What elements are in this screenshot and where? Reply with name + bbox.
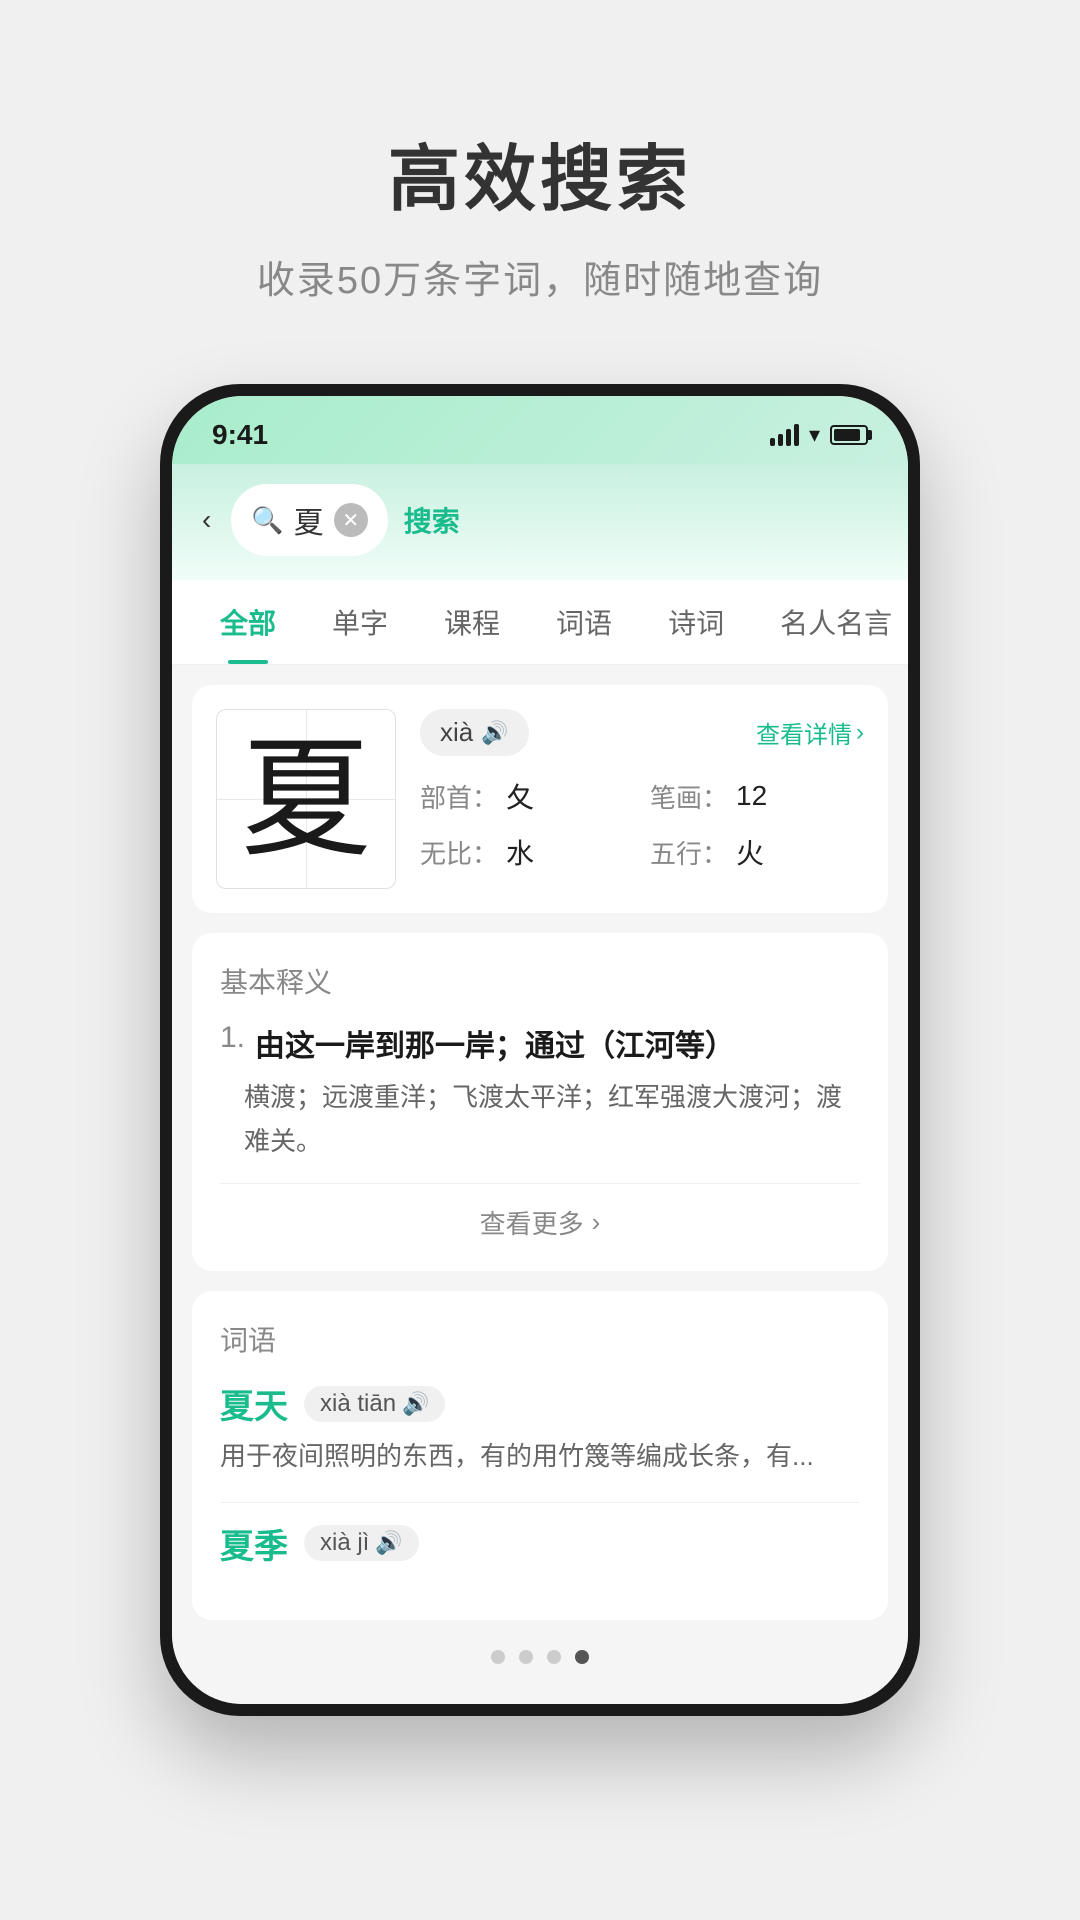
search-query[interactable]: 夏 (294, 498, 324, 542)
pinyin-row: xià 🔊 查看详情 › (420, 709, 864, 756)
wuxing-label: 五行： (650, 834, 728, 871)
tab-single-char[interactable]: 单字 (304, 580, 416, 664)
vocab-pinyin-1: xià tiān 🔊 (304, 1386, 445, 1422)
definition-text: 由这一岸到那一岸；通过（江河等） (255, 1021, 735, 1065)
vocab-divider (220, 1502, 860, 1503)
vocab-item-2: 夏季 xià jì 🔊 (220, 1519, 860, 1568)
definitions-title: 基本释义 (220, 961, 860, 1001)
character-attributes: 部首： 夂 笔画： 12 无比： 水 五行： 火 (420, 776, 864, 872)
sound-icon-1[interactable]: 🔊 (402, 1391, 429, 1417)
page-title: 高效搜索 (388, 120, 692, 225)
sound-icon-2[interactable]: 🔊 (375, 1530, 402, 1556)
bushou-row: 部首： 夂 (420, 776, 634, 816)
definition-number: 1. (220, 1021, 245, 1065)
search-icon: 🔍 (251, 505, 283, 536)
bihua-value: 12 (736, 780, 767, 812)
search-area: ‹ 🔍 夏 ✕ 搜索 (172, 464, 908, 580)
vocab-header-1: 夏天 xià tiān 🔊 (220, 1379, 860, 1428)
bushou-value: 夂 (506, 776, 534, 816)
bihua-label: 笔画： (650, 778, 728, 815)
tab-course[interactable]: 课程 (416, 580, 528, 664)
status-bar: 9:41 ▾ (172, 396, 908, 464)
dot-2 (519, 1650, 533, 1664)
sound-icon[interactable]: 🔊 (481, 720, 508, 746)
status-time: 9:41 (212, 419, 268, 451)
vocabulary-section: 词语 夏天 xià tiān 🔊 用于夜间照明的东西，有的用竹篾等编成长条，有.… (192, 1291, 888, 1620)
detail-link-text: 查看详情 (756, 715, 852, 750)
pinyin-badge: xià 🔊 (420, 709, 529, 756)
wuxing-value: 火 (736, 832, 764, 872)
search-button[interactable]: 搜索 (404, 500, 460, 540)
signal-icon (770, 424, 799, 446)
dot-3 (547, 1650, 561, 1664)
definitions-card: 基本释义 1. 由这一岸到那一岸；通过（江河等） 横渡；远渡重洋；飞渡太平洋；红… (192, 933, 888, 1271)
character-info: xià 🔊 查看详情 › 部首： 夂 (420, 709, 864, 872)
pagination-dots (192, 1640, 888, 1684)
character-glyph: 夏 (241, 734, 371, 864)
phone-frame: 9:41 ▾ ‹ 🔍 夏 ✕ 搜索 (160, 384, 920, 1716)
content-area: 夏 xià 🔊 查看详情 › (172, 665, 908, 1704)
chevron-right-icon: › (856, 719, 864, 747)
vocab-pinyin-text-1: xià tiān (320, 1390, 396, 1418)
definition-item: 1. 由这一岸到那一岸；通过（江河等） 横渡；远渡重洋；飞渡太平洋；红军强渡大渡… (220, 1021, 860, 1163)
wubi-value: 水 (506, 832, 534, 872)
wubi-label: 无比： (420, 834, 498, 871)
search-bar[interactable]: 🔍 夏 ✕ (231, 484, 387, 556)
clear-button[interactable]: ✕ (334, 503, 368, 537)
tab-quotes[interactable]: 名人名言 (752, 580, 908, 664)
tab-words[interactable]: 词语 (528, 580, 640, 664)
phone-screen: 9:41 ▾ ‹ 🔍 夏 ✕ 搜索 (172, 396, 908, 1704)
dot-1 (491, 1650, 505, 1664)
tabs-container: 全部 单字 课程 词语 诗词 名人名言 (172, 580, 908, 665)
character-display: 夏 (216, 709, 396, 889)
vocab-desc-1: 用于夜间照明的东西，有的用竹篾等编成长条，有... (220, 1436, 860, 1478)
vocab-item-1: 夏天 xià tiān 🔊 用于夜间照明的东西，有的用竹篾等编成长条，有... (220, 1379, 860, 1478)
vocab-header-2: 夏季 xià jì 🔊 (220, 1519, 860, 1568)
vocab-pinyin-2: xià jì 🔊 (304, 1525, 419, 1561)
dot-4 (575, 1650, 589, 1664)
vocab-pinyin-text-2: xià jì (320, 1529, 369, 1557)
status-icons: ▾ (770, 422, 868, 448)
tab-all[interactable]: 全部 (192, 580, 304, 664)
wubi-row: 无比： 水 (420, 832, 634, 872)
back-button[interactable]: ‹ (202, 504, 211, 536)
vocab-word-1[interactable]: 夏天 (220, 1379, 288, 1428)
wuxing-row: 五行： 火 (650, 832, 864, 872)
see-more-text: 查看更多 (480, 1204, 584, 1241)
pinyin-text: xià (440, 717, 473, 748)
page-subtitle: 收录50万条字词，随时随地查询 (257, 249, 823, 304)
detail-link[interactable]: 查看详情 › (756, 715, 864, 750)
bihua-row: 笔画： 12 (650, 776, 864, 816)
vocab-word-2[interactable]: 夏季 (220, 1519, 288, 1568)
definition-main: 1. 由这一岸到那一岸；通过（江河等） (220, 1021, 860, 1065)
tab-poetry[interactable]: 诗词 (640, 580, 752, 664)
wifi-icon: ▾ (809, 422, 820, 448)
battery-icon (830, 425, 868, 445)
vocabulary-title: 词语 (220, 1319, 860, 1359)
see-more-button[interactable]: 查看更多 › (220, 1183, 860, 1261)
character-card: 夏 xià 🔊 查看详情 › (192, 685, 888, 913)
bushou-label: 部首： (420, 778, 498, 815)
definition-example: 横渡；远渡重洋；飞渡太平洋；红军强渡大渡河；渡难关。 (220, 1075, 860, 1163)
chevron-right-icon: › (592, 1207, 601, 1238)
